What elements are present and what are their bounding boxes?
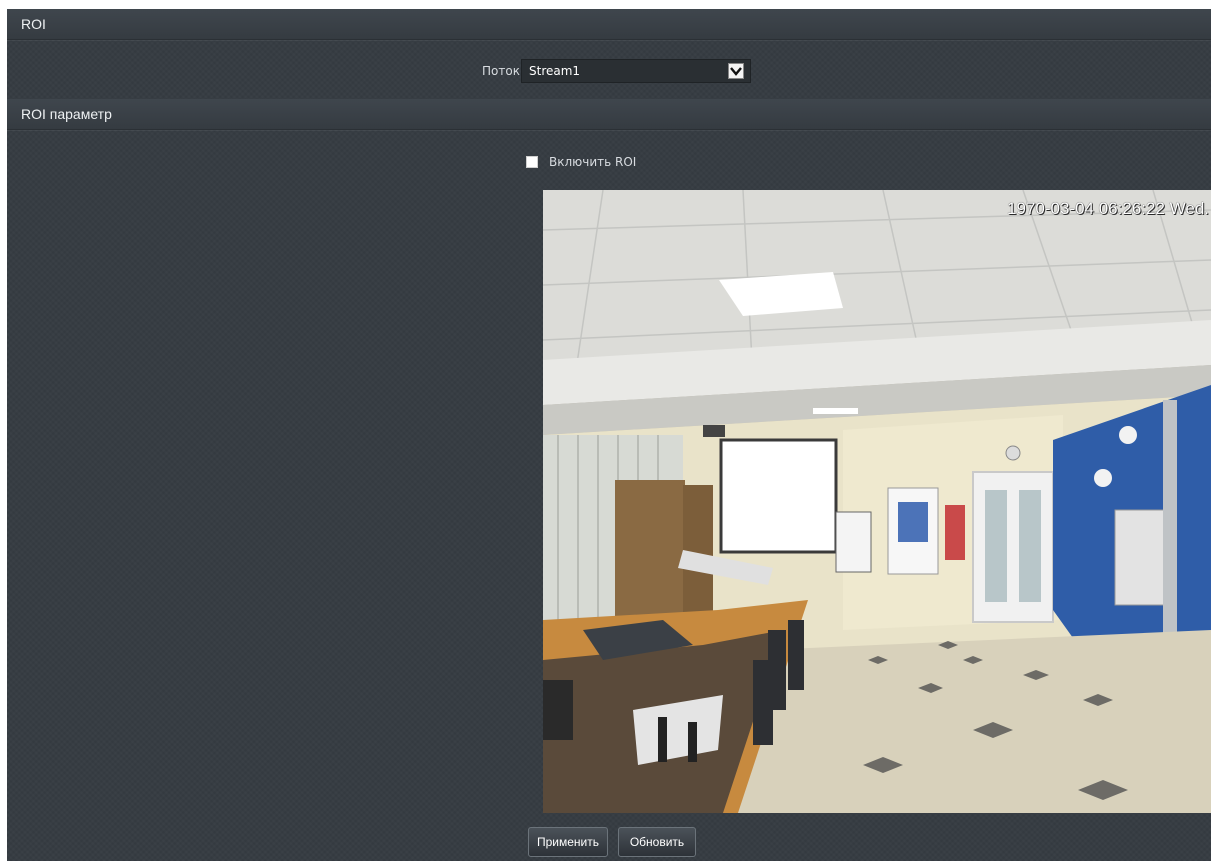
stream-row: Поток: Stream1 xyxy=(7,59,1211,83)
camera-frame-image xyxy=(543,190,1211,813)
apply-button[interactable]: Применить xyxy=(528,827,608,857)
stream-select[interactable]: Stream1 xyxy=(521,59,751,83)
roi-settings-page: ROI Поток: Stream1 ROI параметр Включить… xyxy=(7,9,1211,861)
roi-header: ROI xyxy=(7,9,1211,40)
video-preview[interactable]: 1970-03-04 06:26:22 Wed. xyxy=(543,190,1211,813)
video-timestamp: 1970-03-04 06:26:22 Wed. xyxy=(1007,199,1209,218)
refresh-button[interactable]: Обновить xyxy=(618,827,696,857)
roi-params-header: ROI параметр xyxy=(7,99,1211,130)
chevron-down-icon[interactable] xyxy=(728,63,744,79)
stream-label: Поток: xyxy=(482,64,524,78)
roi-enable-label[interactable]: Включить ROI xyxy=(549,155,636,169)
roi-enable-checkbox[interactable] xyxy=(526,156,538,168)
stream-selected-value: Stream1 xyxy=(529,64,581,78)
